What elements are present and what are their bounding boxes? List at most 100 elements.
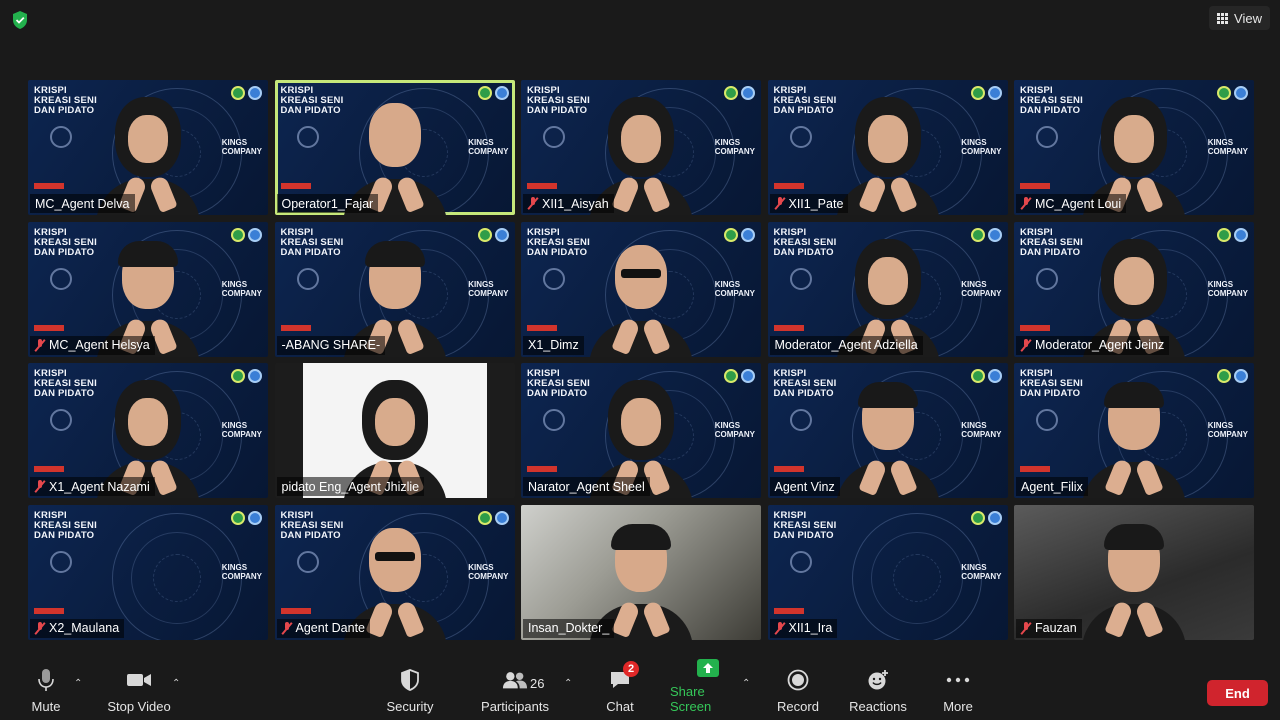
school-logo-icon <box>970 227 985 242</box>
video-tile[interactable]: KRISPI KREASI SENI DAN PIDATO KINGS COMPANY M… <box>1014 80 1254 215</box>
partner-logo-icon <box>248 86 262 100</box>
mute-button[interactable]: Mute <box>24 660 68 720</box>
chat-button[interactable]: 2 Chat <box>602 660 639 720</box>
participant-video <box>835 380 940 498</box>
participants-options-chevron-icon[interactable]: ⌃ <box>564 678 574 689</box>
emblem-icon <box>50 267 72 290</box>
participant-name: X1_Dimz <box>528 338 579 352</box>
muted-microphone-icon <box>282 621 292 635</box>
participant-name-label: Moderator_Agent Adziella <box>769 335 923 355</box>
participant-name: -ABANG SHARE- <box>281 338 381 352</box>
school-logo-icon <box>1217 227 1231 242</box>
participant-name: Narator_Agent Sheel <box>528 479 645 494</box>
background-event-title: KRISPI KREASI SENI DAN PIDATO <box>773 226 837 258</box>
video-tile[interactable]: KRISPI KREASI SENI DAN PIDATO KINGS COMPANY M… <box>1014 221 1254 357</box>
participant-name-label: Agent Dante <box>276 618 370 638</box>
school-logo-icon <box>724 227 738 242</box>
smiley-plus-icon <box>865 667 891 693</box>
video-tile[interactable]: Insan_Dokter_ <box>521 504 761 640</box>
video-tile[interactable]: KRISPI KREASI SENI DAN PIDATO KINGS COMPANY N… <box>521 363 761 498</box>
emblem-icon <box>543 126 565 148</box>
reactions-label: Reactions <box>849 699 907 714</box>
flag-icon <box>527 183 557 189</box>
video-tile[interactable]: KRISPI KREASI SENI DAN PIDATO KINGS COMPANY X… <box>767 80 1008 215</box>
sponsor-logos <box>724 86 755 100</box>
end-meeting-button[interactable]: End <box>1207 680 1268 706</box>
emblem-icon <box>1036 126 1058 148</box>
flag-icon <box>773 324 804 331</box>
sponsor-logos <box>724 369 755 383</box>
participant-name: Moderator_Agent Adziella <box>774 338 918 352</box>
emblem-icon <box>50 550 72 573</box>
video-tile[interactable]: KRISPI KREASI SENI DAN PIDATO KINGS COMPANY -… <box>274 221 515 357</box>
share-screen-button[interactable]: Share Screen <box>670 659 746 720</box>
background-event-title: KRISPI KREASI SENI DAN PIDATO <box>527 85 590 116</box>
participant-name-label: Insan_Dokter_ <box>523 618 615 638</box>
more-button[interactable]: More <box>940 660 976 720</box>
muted-microphone-icon <box>775 621 785 635</box>
participant-name: XII1_Aisyah <box>542 196 609 211</box>
view-button[interactable]: View <box>1209 6 1270 30</box>
stop-video-label: Stop Video <box>107 699 171 714</box>
video-tile[interactable]: KRISPI KREASI SENI DAN PIDATO KINGS COMPANY A… <box>1014 363 1254 498</box>
video-tile[interactable]: KRISPI KREASI SENI DAN PIDATO KINGS COMPANY M… <box>28 221 268 357</box>
video-tile[interactable]: KRISPI KREASI SENI DAN PIDATO KINGS COMPANY O… <box>274 80 515 215</box>
participant-name-label: X1_Agent Nazami <box>30 477 155 496</box>
partner-logo-icon <box>741 86 755 100</box>
video-tile[interactable]: pidato Eng_Agent Jhizlie <box>274 363 515 498</box>
mute-options-chevron-icon[interactable]: ⌃ <box>74 678 84 689</box>
flag-icon <box>34 183 64 189</box>
sponsor-logos <box>1217 227 1248 242</box>
school-logo-icon <box>970 510 985 525</box>
security-shield-icon[interactable] <box>10 10 30 30</box>
video-tile[interactable]: KRISPI KREASI SENI DAN PIDATO KINGS COMPANY X… <box>28 504 268 640</box>
chat-label: Chat <box>606 699 634 714</box>
video-tile[interactable]: Fauzan <box>1014 504 1254 640</box>
background-event-title: KRISPI KREASI SENI DAN PIDATO <box>34 226 97 258</box>
background-event-title: KRISPI KREASI SENI DAN PIDATO <box>34 85 97 116</box>
participant-name-label: Narator_Agent Sheel <box>523 477 650 496</box>
participant-name-label: Operator1_Fajar <box>276 194 379 213</box>
security-button[interactable]: Security <box>384 660 436 720</box>
video-tile[interactable]: KRISPI KREASI SENI DAN PIDATO KINGS COMPANY A… <box>767 363 1008 498</box>
video-tile[interactable]: KRISPI KREASI SENI DAN PIDATO KINGS COMPANY X… <box>521 221 761 357</box>
video-tile[interactable]: KRISPI KREASI SENI DAN PIDATO KINGS COMPANY M… <box>767 221 1008 357</box>
reactions-button[interactable]: Reactions <box>849 660 907 720</box>
muted-microphone-icon <box>35 338 45 352</box>
sponsor-logos <box>970 369 1002 383</box>
background-event-title: KRISPI KREASI SENI DAN PIDATO <box>34 368 97 399</box>
sponsor-logos <box>1217 86 1248 100</box>
video-tile[interactable]: KRISPI KREASI SENI DAN PIDATO KINGS COMPANY X… <box>767 504 1008 640</box>
participant-name-label: XII1_Pate <box>769 194 849 213</box>
school-logo-icon <box>724 369 738 383</box>
share-options-chevron-icon[interactable]: ⌃ <box>742 678 752 689</box>
participant-name: Operator1_Fajar <box>281 196 374 211</box>
muted-microphone-icon <box>35 621 45 635</box>
microphone-icon <box>33 667 59 693</box>
participant-name: MC_Agent Loui <box>1035 196 1122 211</box>
background-event-title: KRISPI KREASI SENI DAN PIDATO <box>280 509 344 541</box>
participant-video <box>589 239 693 357</box>
video-tile[interactable]: KRISPI KREASI SENI DAN PIDATO KINGS COMPANY A… <box>274 504 515 640</box>
video-tile[interactable]: KRISPI KREASI SENI DAN PIDATO KINGS COMPANY X… <box>521 80 761 215</box>
view-label: View <box>1234 10 1262 26</box>
background-event-title: KRISPI KREASI SENI DAN PIDATO <box>280 85 344 116</box>
video-tile[interactable]: KRISPI KREASI SENI DAN PIDATO KINGS COMPANY M… <box>28 80 268 215</box>
participant-name-label: Moderator_Agent Jeinz <box>1016 335 1170 355</box>
flag-icon <box>280 607 311 614</box>
school-logo-icon <box>1217 369 1231 383</box>
video-camera-icon <box>126 667 152 693</box>
partner-logo-icon <box>248 510 262 525</box>
video-options-chevron-icon[interactable]: ⌃ <box>172 678 182 689</box>
stop-video-button[interactable]: Stop Video <box>104 660 174 720</box>
background-company-name: KINGS COMPANY <box>221 279 262 298</box>
video-tile[interactable]: KRISPI KREASI SENI DAN PIDATO KINGS COMPANY X… <box>28 363 268 498</box>
background-company-name: KINGS COMPANY <box>468 562 509 581</box>
participant-name: MC_Agent Helsya <box>49 338 150 352</box>
sponsor-logos <box>724 227 755 242</box>
muted-microphone-icon <box>775 197 785 210</box>
partner-logo-icon <box>494 86 509 100</box>
record-button[interactable]: Record <box>776 660 820 720</box>
sponsor-logos <box>231 510 262 525</box>
more-label: More <box>943 699 973 714</box>
